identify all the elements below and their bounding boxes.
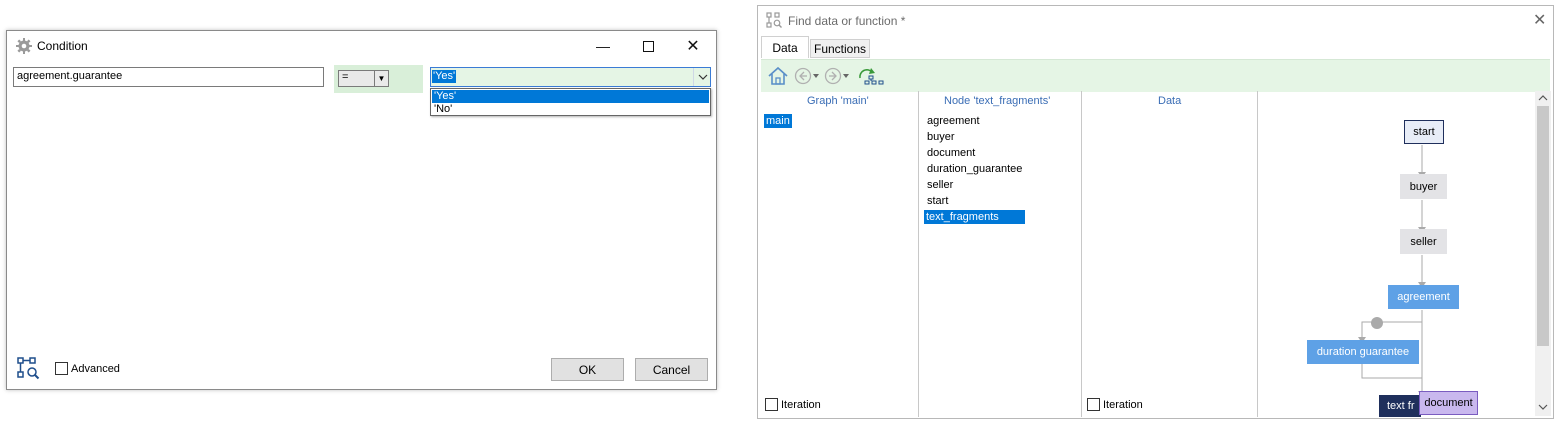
minimize-icon: — bbox=[596, 38, 610, 54]
option-no[interactable]: 'No' bbox=[432, 103, 709, 116]
back-icon[interactable] bbox=[794, 67, 820, 85]
scrollbar-thumb[interactable] bbox=[1537, 106, 1549, 346]
graph-item-main[interactable]: main bbox=[764, 114, 792, 128]
ok-button[interactable]: OK bbox=[551, 358, 624, 381]
node-item[interactable]: duration_guarantee bbox=[927, 162, 1022, 176]
close-button[interactable]: ✕ bbox=[671, 31, 715, 61]
node-item-selected[interactable]: text_fragments bbox=[924, 210, 1025, 224]
data-graph-search-icon[interactable] bbox=[16, 356, 40, 380]
home-icon[interactable] bbox=[767, 66, 789, 86]
forward-icon[interactable] bbox=[824, 67, 850, 85]
refresh-graph-icon[interactable] bbox=[857, 66, 885, 86]
dialog-title: Condition bbox=[37, 39, 88, 53]
close-icon: ✕ bbox=[686, 38, 700, 55]
maximize-button[interactable] bbox=[626, 31, 670, 61]
value-dropdown-button[interactable] bbox=[693, 68, 711, 86]
operator-dropdown-button[interactable]: ▼ bbox=[374, 71, 388, 86]
cancel-button[interactable]: Cancel bbox=[635, 358, 708, 381]
find-data-panel: Find data or function * ✕ Data Functions bbox=[757, 5, 1554, 419]
node-item[interactable]: start bbox=[927, 194, 948, 208]
value-select[interactable] bbox=[430, 67, 711, 87]
tab-data[interactable]: Data bbox=[761, 36, 809, 58]
flow-node-start[interactable]: start bbox=[1404, 120, 1444, 144]
flow-node-seller[interactable]: seller bbox=[1400, 229, 1447, 254]
iteration-label: Iteration bbox=[781, 399, 821, 411]
option-yes[interactable]: 'Yes' bbox=[432, 90, 709, 103]
maximize-icon bbox=[642, 40, 654, 52]
scroll-up-icon[interactable] bbox=[1538, 94, 1548, 102]
data-graph-search-icon bbox=[766, 12, 782, 28]
flow-node-text-fragments[interactable]: text fr bbox=[1379, 395, 1421, 417]
panel-title: Find data or function * bbox=[788, 14, 906, 28]
iteration-label-data: Iteration bbox=[1103, 399, 1143, 411]
node-item[interactable]: agreement bbox=[927, 114, 980, 128]
flow-node-agreement[interactable]: agreement bbox=[1388, 285, 1459, 309]
field-input[interactable]: agreement.guarantee bbox=[13, 67, 324, 87]
advanced-label: Advanced bbox=[71, 363, 120, 375]
node-item[interactable]: document bbox=[927, 146, 975, 160]
operator-value: = bbox=[342, 71, 349, 83]
gear-icon bbox=[16, 38, 32, 54]
advanced-checkbox[interactable] bbox=[55, 362, 68, 375]
flow-graph-connectors bbox=[1358, 145, 1426, 397]
node-column-header: Node 'text_fragments' bbox=[944, 95, 1051, 107]
condition-dialog: Condition — ✕ agreement.guarantee = ▼ 'Y… bbox=[6, 30, 717, 390]
toolbar bbox=[761, 59, 1550, 92]
flow-node-buyer[interactable]: buyer bbox=[1400, 174, 1447, 199]
divider bbox=[918, 91, 919, 417]
divider bbox=[1081, 91, 1082, 417]
close-icon: ✕ bbox=[1533, 12, 1547, 29]
panel-close-button[interactable]: ✕ bbox=[1533, 10, 1546, 30]
data-column-header: Data bbox=[1158, 95, 1182, 107]
node-item[interactable]: buyer bbox=[927, 130, 955, 144]
flow-node-document[interactable]: document bbox=[1419, 391, 1478, 415]
tab-functions[interactable]: Functions bbox=[810, 39, 870, 58]
scroll-down-icon[interactable] bbox=[1538, 403, 1548, 411]
value-selected-text: 'Yes' bbox=[432, 70, 457, 83]
flow-node-duration-guarantee[interactable]: duration guarantee bbox=[1307, 340, 1419, 364]
iteration-checkbox[interactable] bbox=[765, 398, 778, 411]
iteration-checkbox-data[interactable] bbox=[1087, 398, 1100, 411]
value-dropdown-list: 'Yes' 'No' bbox=[430, 88, 711, 116]
node-item[interactable]: seller bbox=[927, 178, 953, 192]
minimize-button[interactable]: — bbox=[581, 31, 625, 61]
graph-column-header: Graph 'main' bbox=[807, 95, 869, 107]
triangle-down-icon: ▼ bbox=[377, 74, 386, 83]
chevron-down-icon bbox=[698, 74, 707, 80]
